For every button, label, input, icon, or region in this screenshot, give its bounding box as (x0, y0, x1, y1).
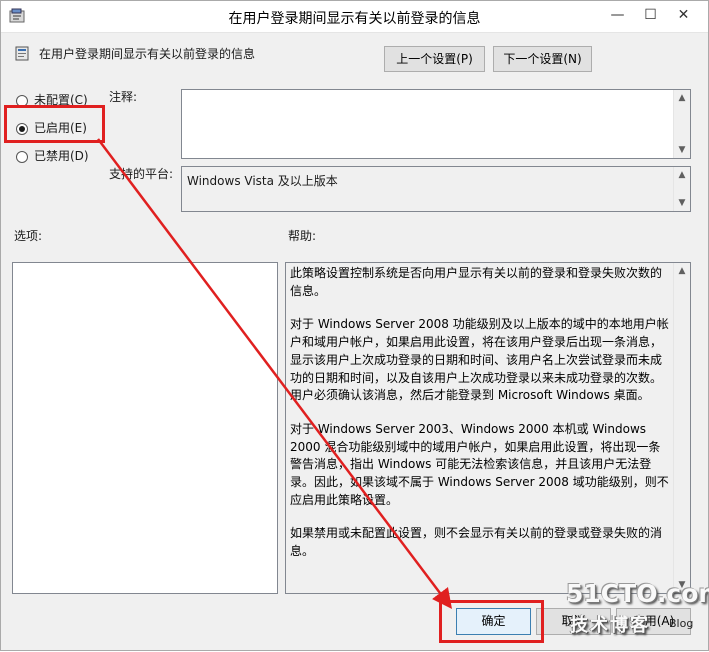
highlight-enabled-option (4, 105, 105, 143)
help-paragraph: 对于 Windows Server 2008 功能级别及以上版本的域中的本地用户… (290, 317, 669, 403)
help-scrollbar[interactable]: ▲ ▼ (673, 263, 690, 593)
scroll-down-arrow-icon[interactable]: ▼ (674, 195, 690, 211)
title-bar: 在用户登录期间显示有关以前登录的信息 — ☐ ✕ (1, 1, 708, 33)
comment-label: 注释: (109, 90, 138, 104)
watermark-main: 51CTO.com (566, 579, 709, 608)
watermark-blog: Blog (669, 617, 694, 630)
radio-label: 已禁用(D) (34, 149, 89, 163)
scroll-up-arrow-icon[interactable]: ▲ (674, 167, 690, 183)
scroll-up-arrow-icon[interactable]: ▲ (674, 263, 690, 279)
next-setting-button[interactable]: 下一个设置(N) (493, 46, 592, 72)
maximize-button[interactable]: ☐ (634, 1, 667, 30)
options-panel (12, 262, 278, 594)
radio-indicator[interactable] (16, 150, 28, 163)
help-paragraph: 对于 Windows Server 2003、Windows 2000 本机或 … (290, 421, 669, 507)
group-policy-setting-dialog: 在用户登录期间显示有关以前登录的信息 — ☐ ✕ 在用户登录期间显示有关以前登录… (0, 0, 709, 651)
help-paragraph: 如果禁用或未配置此设置，则不会显示有关以前的登录或登录失败的消息。 (290, 526, 663, 559)
help-paragraph: 此策略设置控制系统是否向用户显示有关以前的登录和登录失败次数的信息。 (290, 266, 663, 298)
close-button[interactable]: ✕ (667, 1, 700, 30)
help-panel: 此策略设置控制系统是否向用户显示有关以前的登录和登录失败次数的信息。 对于 Wi… (285, 262, 691, 594)
watermark: 51CTO.com 技术博客 Blog (566, 579, 709, 639)
highlight-ok-button (439, 600, 544, 643)
watermark-sub: 技术博客 (570, 615, 650, 636)
help-label: 帮助: (288, 229, 317, 243)
supported-platform-value: Windows Vista 及以上版本 (187, 174, 338, 188)
previous-setting-button[interactable]: 上一个设置(P) (384, 46, 485, 72)
minimize-button[interactable]: — (601, 1, 634, 30)
scroll-up-arrow-icon[interactable]: ▲ (674, 90, 690, 106)
supported-platform-label: 支持的平台: (109, 167, 174, 181)
setting-name-label: 在用户登录期间显示有关以前登录的信息 (39, 47, 256, 61)
options-label: 选项: (14, 229, 43, 243)
platform-scrollbar[interactable]: ▲ ▼ (673, 167, 690, 211)
supported-platform-box: Windows Vista 及以上版本 ▲ ▼ (181, 166, 691, 212)
comment-scrollbar[interactable]: ▲ ▼ (673, 90, 690, 158)
policy-setting-icon (15, 46, 29, 61)
comment-textarea[interactable]: ▲ ▼ (181, 89, 691, 159)
radio-disabled[interactable]: 已禁用(D) (16, 147, 89, 165)
scroll-down-arrow-icon[interactable]: ▼ (674, 142, 690, 158)
help-text: 此策略设置控制系统是否向用户显示有关以前的登录和登录失败次数的信息。 对于 Wi… (290, 265, 670, 577)
